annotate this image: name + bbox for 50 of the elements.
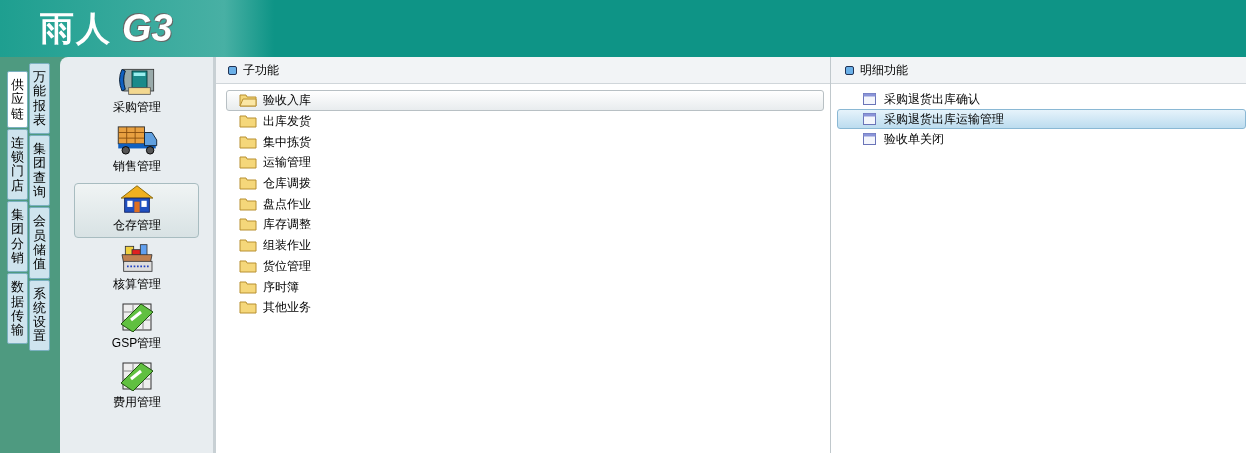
document-icon (863, 133, 876, 145)
folder-icon (239, 114, 257, 129)
panel-title: 子功能 (243, 62, 279, 79)
module-item[interactable]: 核算管理 (74, 242, 199, 297)
module-item[interactable]: GSP管理 (74, 301, 199, 356)
money-icon (118, 361, 155, 391)
folder-icon (239, 155, 257, 170)
folder-icon (239, 258, 257, 273)
module-item[interactable]: 仓存管理 (74, 183, 199, 238)
sub-function-item[interactable]: 盘点作业 (226, 193, 824, 215)
module-item[interactable]: 采购管理 (74, 65, 199, 120)
side-tab[interactable]: 连锁门店 (7, 128, 28, 201)
detail-function-item[interactable]: 验收单关闭 (837, 129, 1246, 149)
detail-function-item[interactable]: 采购退货出库运输管理 (837, 109, 1246, 129)
money-icon (118, 302, 155, 332)
side-tab[interactable]: 供应链 (7, 71, 28, 128)
sub-function-item[interactable]: 库存调整 (226, 214, 824, 235)
logo-mark: G3 (122, 6, 173, 51)
panel-title: 明细功能 (860, 62, 908, 79)
side-tab[interactable]: 集团分销 (7, 201, 28, 273)
side-tab[interactable]: 万能报表 (29, 63, 50, 135)
folder-icon (239, 300, 257, 315)
folder-icon (239, 176, 257, 191)
sub-function-item[interactable]: 集中拣货 (226, 131, 824, 153)
side-tab[interactable]: 系统设置 (29, 279, 50, 351)
sub-function-item[interactable]: 货位管理 (226, 255, 824, 277)
folder-icon (239, 238, 257, 253)
folder-icon (239, 279, 257, 294)
document-icon (863, 113, 876, 125)
sub-function-item[interactable]: 序时簿 (226, 276, 824, 297)
sub-function-item[interactable]: 仓库调拨 (226, 172, 824, 194)
side-tab[interactable]: 会员储值 (29, 207, 50, 279)
module-item[interactable]: 销售管理 (74, 124, 199, 179)
sub-function-item[interactable]: 运输管理 (226, 152, 824, 173)
bullet-icon (845, 65, 854, 75)
folder-icon (239, 196, 257, 211)
folder-icon (239, 134, 257, 149)
side-tab[interactable]: 集团查询 (29, 135, 50, 207)
sub-function-item[interactable]: 组装作业 (226, 234, 824, 256)
bullet-icon (228, 65, 237, 75)
folder-icon (239, 93, 257, 108)
sub-function-item[interactable]: 验收入库 (226, 90, 824, 111)
sub-function-item[interactable]: 其他业务 (226, 296, 824, 318)
folder-icon (239, 217, 257, 232)
module-item[interactable]: 费用管理 (74, 360, 199, 415)
side-tab[interactable]: 数据传输 (7, 273, 28, 345)
logo-text: 雨人 (40, 8, 112, 49)
detail-function-item[interactable]: 采购退货出库确认 (837, 89, 1246, 109)
sub-function-item[interactable]: 出库发货 (226, 110, 824, 132)
document-icon (863, 93, 876, 105)
